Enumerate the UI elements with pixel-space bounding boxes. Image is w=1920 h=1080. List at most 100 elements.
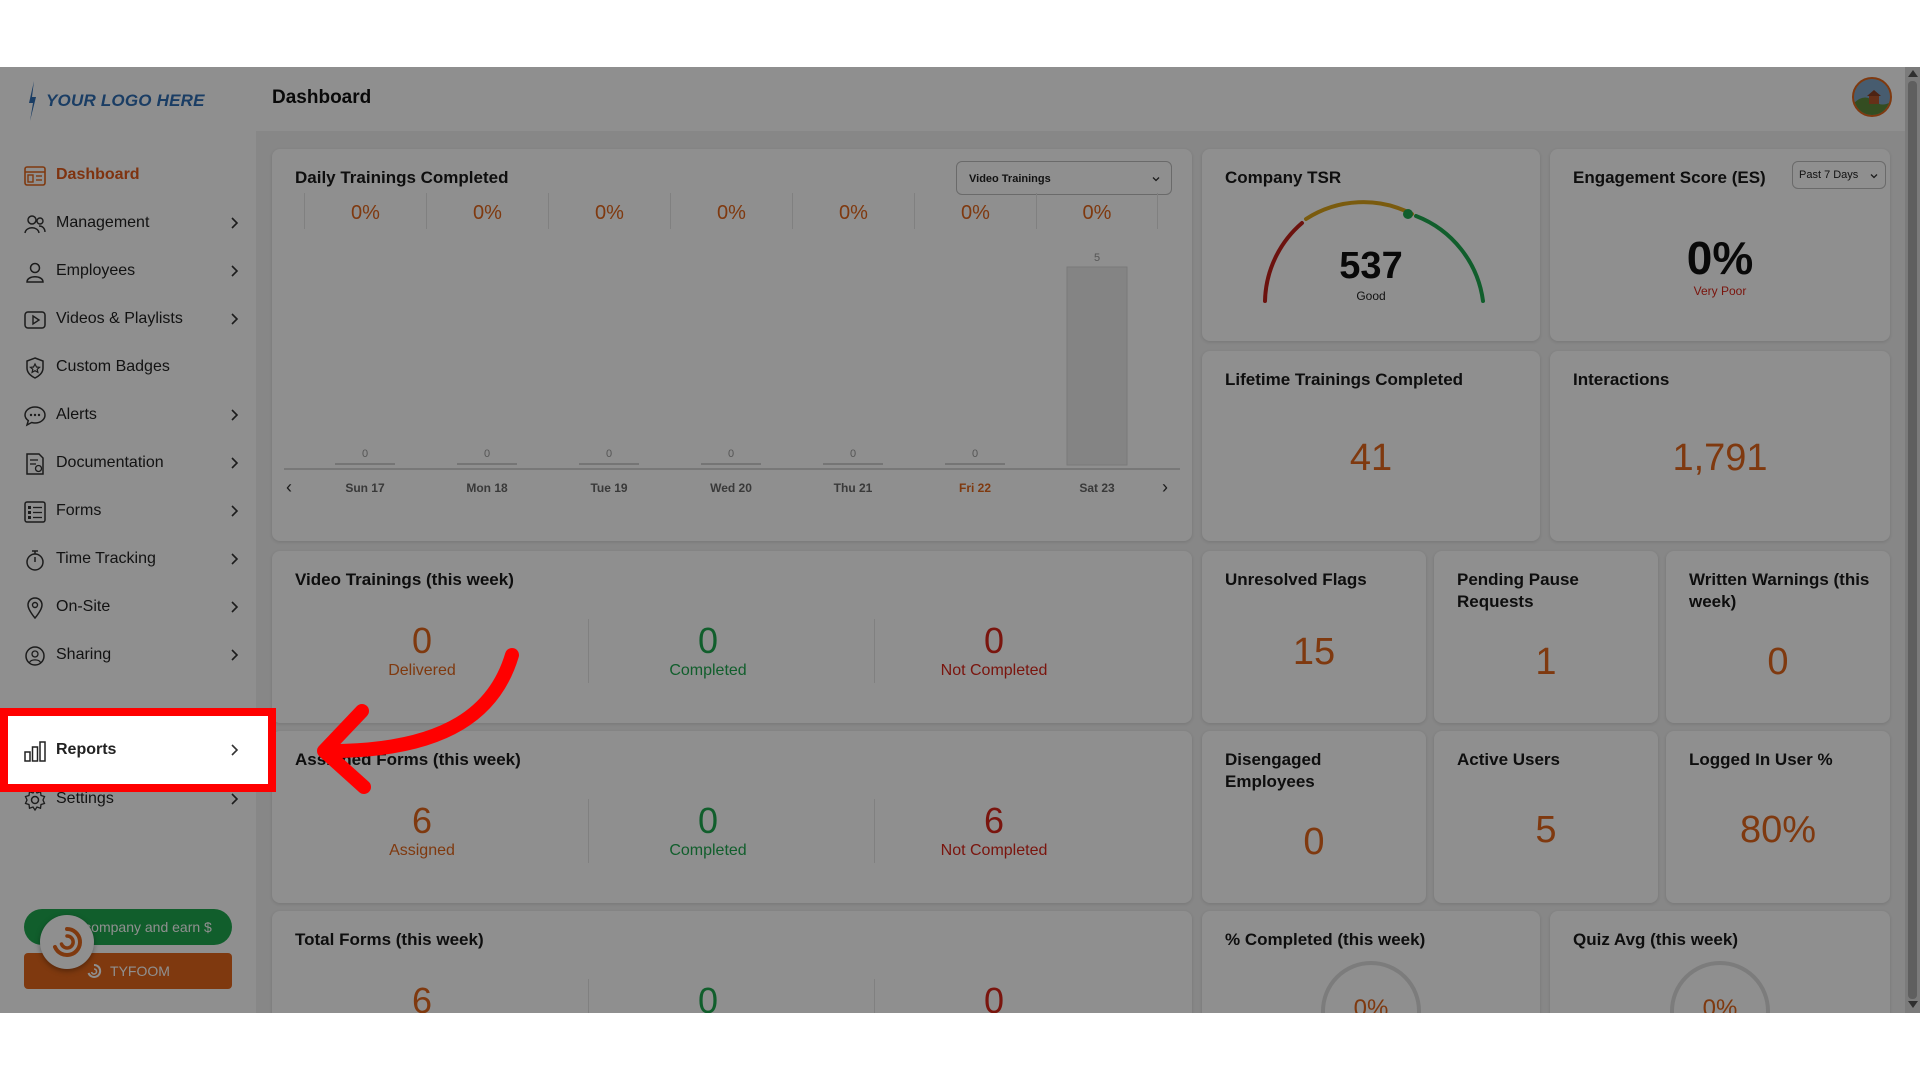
sidebar-item-label: Custom Badges bbox=[56, 358, 170, 375]
company-tsr-card: Company TSR 537 Good bbox=[1202, 149, 1540, 341]
scrollbar-thumb[interactable] bbox=[1908, 81, 1917, 999]
sidebar-item-label: Forms bbox=[56, 502, 102, 519]
badge-icon bbox=[26, 357, 44, 379]
percent-completed-card: % Completed (this week) 0% bbox=[1202, 911, 1540, 1013]
chart-bar bbox=[335, 463, 395, 465]
not-completed-value: 0 bbox=[983, 620, 1005, 661]
tyfoom-swirl-icon bbox=[53, 927, 82, 957]
sidebar-item-label: Time Tracking bbox=[56, 550, 156, 567]
divider bbox=[874, 619, 875, 683]
scroll-up-arrow-icon[interactable] bbox=[1908, 70, 1918, 77]
sidebar-item-documentation[interactable]: Documentation bbox=[0, 443, 256, 483]
sidebar-item-dashboard[interactable]: Dashboard bbox=[0, 155, 256, 195]
video-icon bbox=[24, 311, 46, 329]
sidebar-item-alerts[interactable]: Alerts bbox=[0, 395, 256, 435]
scroll-down-arrow-icon[interactable] bbox=[1908, 1001, 1918, 1008]
disengaged-employees-card: Disengaged Employees 0 bbox=[1202, 731, 1426, 903]
chevron-right-icon bbox=[231, 313, 239, 325]
divider bbox=[874, 799, 875, 863]
browser-viewport: YOUR LOGO HERE Dashboard Management Empl… bbox=[0, 67, 1920, 1013]
written-warnings-card: Written Warnings (this week) 0 bbox=[1666, 551, 1890, 723]
prev-week-button[interactable]: ‹ bbox=[286, 478, 304, 497]
sidebar-item-sharing[interactable]: Sharing bbox=[0, 635, 256, 675]
sidebar-item-videos-playlists[interactable]: Videos & Playlists bbox=[0, 299, 256, 339]
company-logo[interactable]: YOUR LOGO HERE bbox=[26, 81, 205, 121]
page-title: Dashboard bbox=[272, 87, 372, 108]
not-completed-value: 6 bbox=[983, 800, 1005, 841]
completed-label: Completed bbox=[669, 842, 747, 859]
period-dropdown[interactable]: Past 7 Days bbox=[1792, 161, 1886, 189]
chart-bar bbox=[945, 463, 1005, 465]
bar-chart-icon bbox=[24, 741, 46, 762]
sidebar-item-employees[interactable]: Employees bbox=[0, 251, 256, 291]
engagement-value: 0% bbox=[1686, 232, 1754, 284]
card-title: Active Users bbox=[1457, 750, 1561, 769]
chevron-right-icon bbox=[231, 217, 239, 229]
x-tick-label: Sat 23 bbox=[1079, 481, 1115, 495]
card-title: Logged In User % bbox=[1689, 750, 1833, 769]
page-scrollbar[interactable] bbox=[1905, 67, 1920, 1013]
chevron-right-icon bbox=[231, 649, 239, 661]
tutorial-highlight-box: Reports bbox=[0, 708, 276, 792]
x-tick-label: Thu 21 bbox=[833, 481, 873, 495]
lifetime-trainings-card: Lifetime Trainings Completed 41 bbox=[1202, 351, 1540, 541]
sidebar-item-label: On-Site bbox=[56, 598, 111, 615]
chart-bar bbox=[1066, 266, 1128, 466]
quiz-average-value: 0% bbox=[1702, 995, 1738, 1013]
card-title: Lifetime Trainings Completed bbox=[1225, 370, 1464, 389]
sidebar-item-label: Settings bbox=[56, 790, 114, 807]
completed-stat: 0 Completed bbox=[608, 801, 808, 861]
annotation-arrow-icon bbox=[317, 648, 519, 794]
sidebar: YOUR LOGO HERE Dashboard Management Empl… bbox=[0, 67, 256, 1013]
chevron-right-icon bbox=[231, 505, 239, 517]
chevron-right-icon bbox=[231, 553, 239, 565]
chat-alert-icon bbox=[24, 406, 46, 427]
sidebar-item-on-site[interactable]: On-Site bbox=[0, 587, 256, 627]
completed-value: 0 bbox=[697, 620, 719, 661]
sidebar-item-forms[interactable]: Forms bbox=[0, 491, 256, 531]
bar-value-label: 0 bbox=[362, 448, 368, 460]
tyfoom-label: TYFOOM bbox=[110, 963, 170, 979]
gauge-marker bbox=[1403, 209, 1413, 219]
interactions-card: Interactions 1,791 bbox=[1550, 351, 1890, 541]
sidebar-item-custom-badges[interactable]: Custom Badges bbox=[0, 347, 256, 387]
avatar[interactable] bbox=[1852, 77, 1892, 117]
refer-company-label: company and earn $ bbox=[84, 919, 212, 935]
dropdown-value: Past 7 Days bbox=[1799, 169, 1859, 181]
assigned-label: Assigned bbox=[389, 842, 455, 859]
total-forms-stat: 6 bbox=[322, 981, 522, 1014]
help-widget-button[interactable] bbox=[40, 915, 94, 969]
sidebar-item-reports[interactable]: Reports bbox=[0, 730, 256, 770]
sidebar-item-label: Reports bbox=[56, 741, 117, 758]
bar-value-label: 0 bbox=[606, 448, 612, 460]
sidebar-item-label: Sharing bbox=[56, 646, 112, 663]
card-title: Disengaged Employees bbox=[1225, 750, 1322, 791]
x-tick-label: Sun 17 bbox=[345, 481, 385, 495]
daily-trainings-chart: 0 0 0 0 0 0 5 bbox=[284, 252, 1180, 470]
divider bbox=[588, 799, 589, 863]
logged-in-percent-card: Logged In User % 80% bbox=[1666, 731, 1890, 903]
card-title: Total Forms (this week) bbox=[295, 930, 484, 949]
tsr-rating: Good bbox=[1356, 289, 1386, 303]
chart-bar bbox=[701, 463, 761, 465]
lifetime-trainings-value: 41 bbox=[1349, 437, 1393, 479]
x-tick-label: Tue 19 bbox=[590, 481, 628, 495]
profile-photo-icon bbox=[1854, 79, 1890, 115]
sidebar-item-label: Videos & Playlists bbox=[56, 310, 183, 327]
sidebar-item-management[interactable]: Management bbox=[0, 203, 256, 243]
total-not-completed-value: 0 bbox=[983, 980, 1005, 1014]
next-week-button[interactable]: › bbox=[1162, 478, 1180, 497]
sidebar-item-label: Dashboard bbox=[56, 166, 140, 183]
card-title: Engagement Score (ES) bbox=[1573, 168, 1766, 187]
x-tick-label: Mon 18 bbox=[466, 481, 508, 495]
sidebar-item-time-tracking[interactable]: Time Tracking bbox=[0, 539, 256, 579]
pending-pause-value: 1 bbox=[1535, 641, 1557, 683]
not-completed-stat: 6 Not Completed bbox=[894, 801, 1094, 861]
active-users-value: 5 bbox=[1535, 809, 1557, 851]
bar-value-label: 0 bbox=[728, 448, 734, 460]
management-icon bbox=[24, 215, 46, 234]
unresolved-flags-value: 15 bbox=[1292, 631, 1336, 673]
stopwatch-icon bbox=[26, 550, 44, 571]
divider bbox=[588, 979, 589, 1013]
written-warnings-value: 0 bbox=[1767, 641, 1789, 683]
